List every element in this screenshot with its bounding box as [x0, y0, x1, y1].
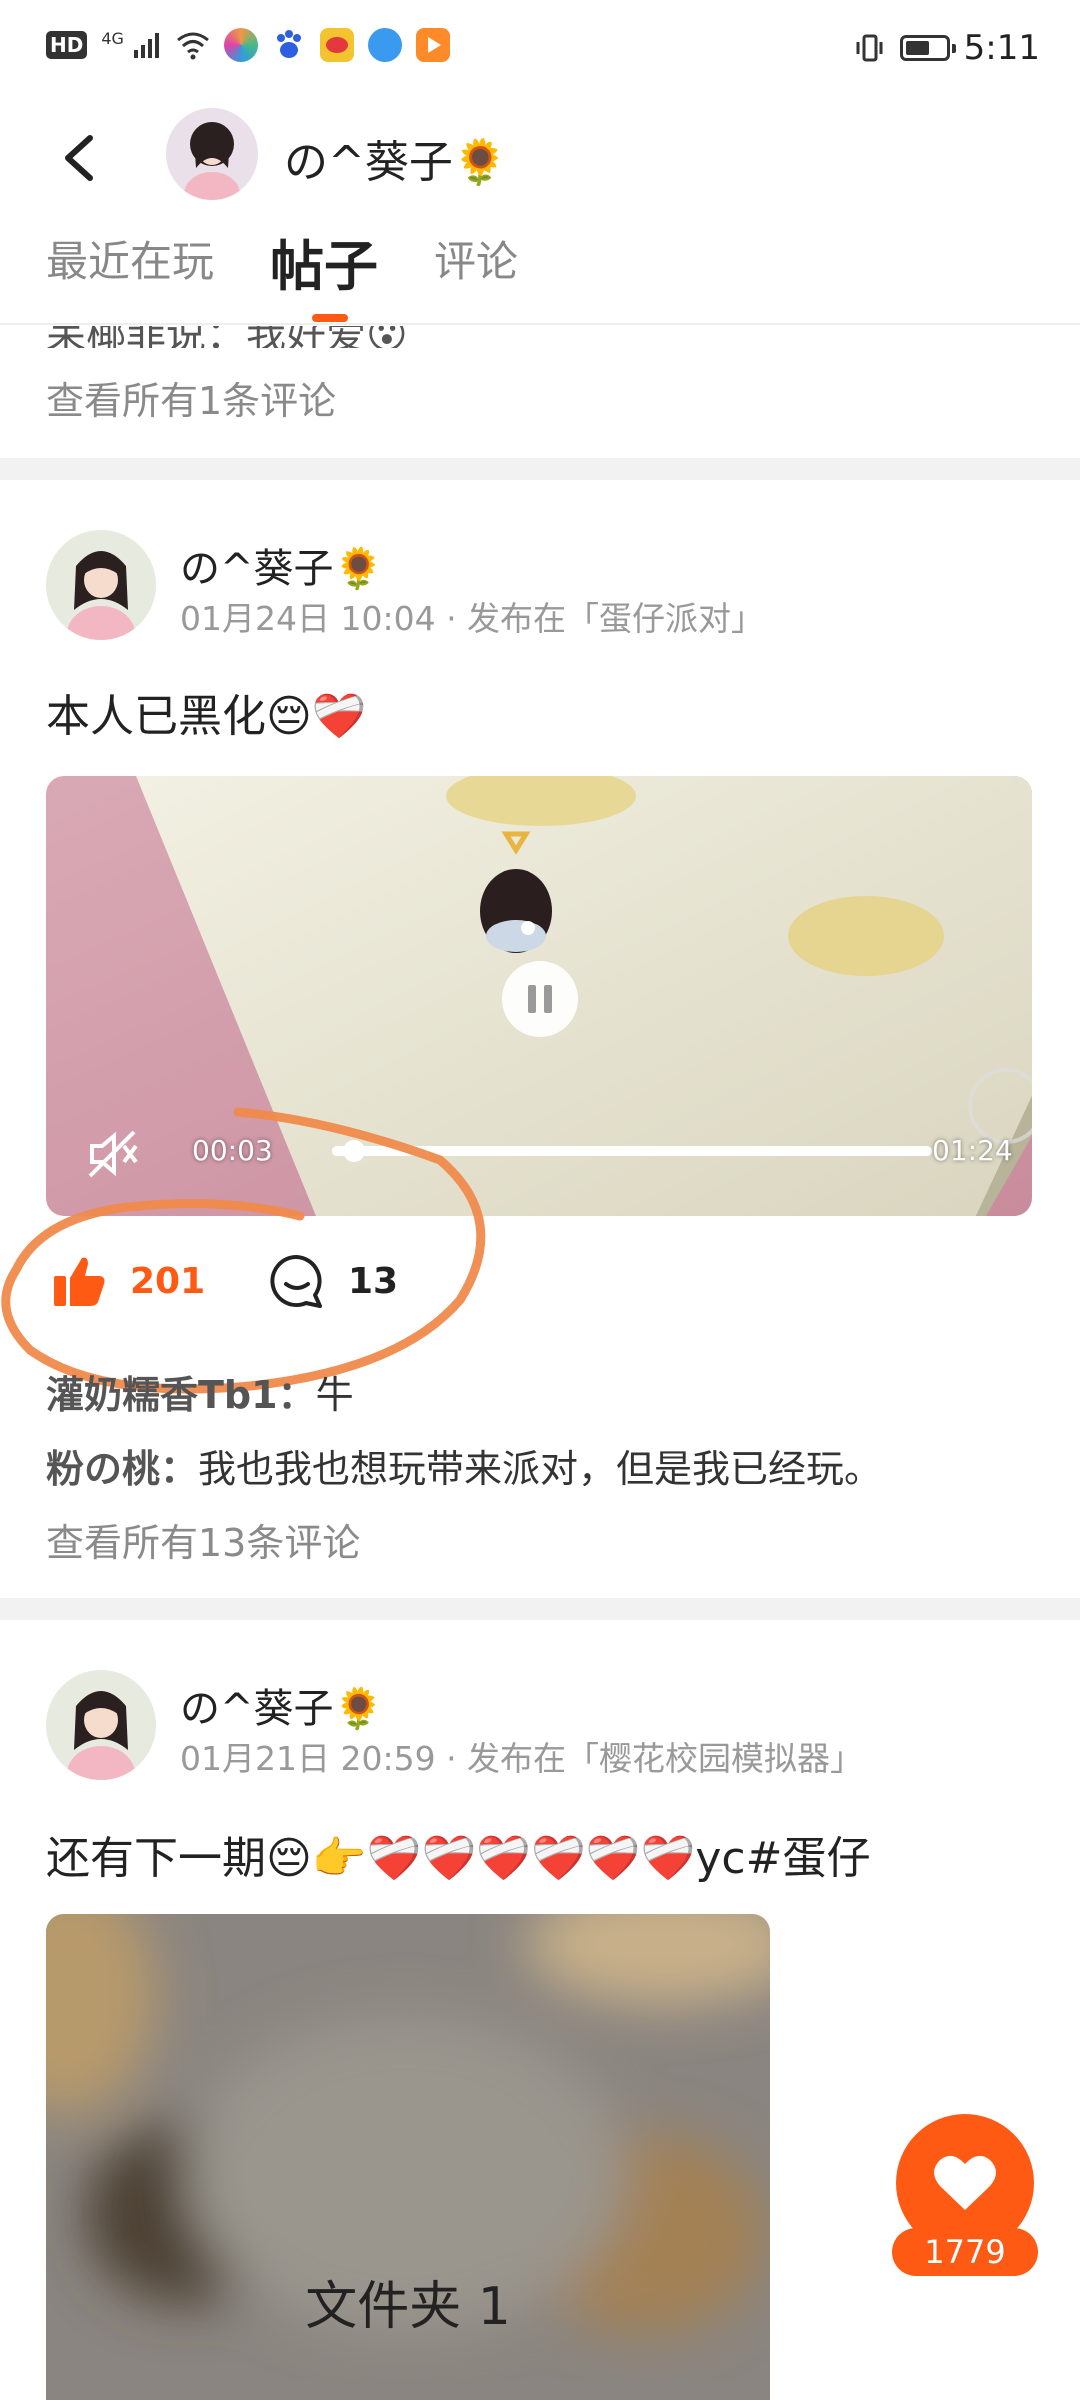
weibo-icon	[319, 28, 354, 62]
signal-icon	[133, 33, 159, 58]
battery-icon	[899, 35, 956, 61]
status-right: 5:11	[854, 28, 1040, 68]
tab-comments[interactable]: 评论	[434, 228, 518, 307]
browser-icon	[367, 28, 402, 62]
pause-icon	[528, 985, 536, 1013]
comment-2-user[interactable]: 粉の桃：	[46, 1447, 198, 1491]
tab-bar: 最近在玩 帖子 评论	[46, 228, 574, 307]
network-type: 4G	[101, 28, 124, 48]
post2-avatar[interactable]	[46, 1670, 156, 1780]
comment-1-text: 牛	[315, 1373, 354, 1417]
post2-text: 还有下一期😔👉❤️‍🩹❤️‍🩹❤️‍🩹❤️‍🩹❤️‍🩹❤️‍🩹yc#蛋仔	[46, 1833, 871, 1884]
pause-button[interactable]	[502, 961, 578, 1037]
back-button[interactable]	[50, 118, 120, 198]
app-icon-colorwheel	[223, 28, 258, 62]
baidu-paw-icon	[276, 30, 301, 58]
prev-post-comment-clip: 呆椰菲说：我好爱😮	[46, 326, 1046, 348]
post2-meta: 01月21日 20:59 · 发布在「樱花校园模拟器」	[180, 1739, 864, 1778]
battery-level	[905, 41, 929, 55]
header-divider	[0, 323, 1080, 325]
post1-view-all-comments[interactable]: 查看所有13条评论	[46, 1512, 360, 1567]
comment-1-user[interactable]: 灌奶糯香Tb1：	[46, 1373, 316, 1417]
post1-meta: 01月24日 10:04 · 发布在「蛋仔派对」	[180, 599, 765, 638]
post1-text: 本人已黑化😔❤️‍🩹	[46, 691, 367, 742]
prev-post-comment: 呆椰菲说：我好爱😮	[46, 326, 1046, 348]
post1-username[interactable]: の^葵子🌻	[180, 536, 383, 594]
vibrate-icon	[856, 34, 883, 62]
header-username: の^葵子🌻	[284, 137, 508, 188]
play-app-icon	[415, 28, 450, 62]
comment-2[interactable]: 粉の桃：我也我也想玩带来派对，但是我已经玩。	[46, 1438, 882, 1493]
post2-username[interactable]: の^葵子🌻	[180, 1676, 383, 1734]
chevron-left-icon	[65, 135, 93, 181]
comment-1[interactable]: 灌奶糯香Tb1：牛	[46, 1364, 354, 1419]
comment-2-text: 我也我也想玩带来派对，但是我已经玩。	[198, 1447, 883, 1491]
tab-posts[interactable]: 帖子	[270, 222, 378, 301]
pause-icon-bar	[544, 985, 552, 1013]
clock: 5:11	[963, 28, 1040, 68]
prev-post-view-all[interactable]: 查看所有1条评论	[46, 370, 336, 425]
tab-indicator	[312, 314, 348, 322]
wifi-icon	[176, 32, 209, 60]
post2-image-label: 文件夹 1	[305, 2277, 511, 2337]
post-separator	[0, 1598, 1080, 1620]
post1-avatar[interactable]	[46, 530, 156, 640]
floating-like-count: 1779	[892, 2228, 1038, 2276]
status-left: HD 4G	[46, 28, 450, 62]
post-separator	[0, 458, 1080, 480]
video-duration: 01:24	[932, 1134, 1013, 1167]
post2-image[interactable]: 文件夹 1	[46, 1914, 770, 2400]
tab-recent-play[interactable]: 最近在玩	[46, 228, 214, 307]
status-bar: HD 4G 5:11	[0, 0, 1080, 100]
hd-badge: HD	[46, 31, 88, 59]
header-avatar[interactable]	[166, 108, 258, 200]
